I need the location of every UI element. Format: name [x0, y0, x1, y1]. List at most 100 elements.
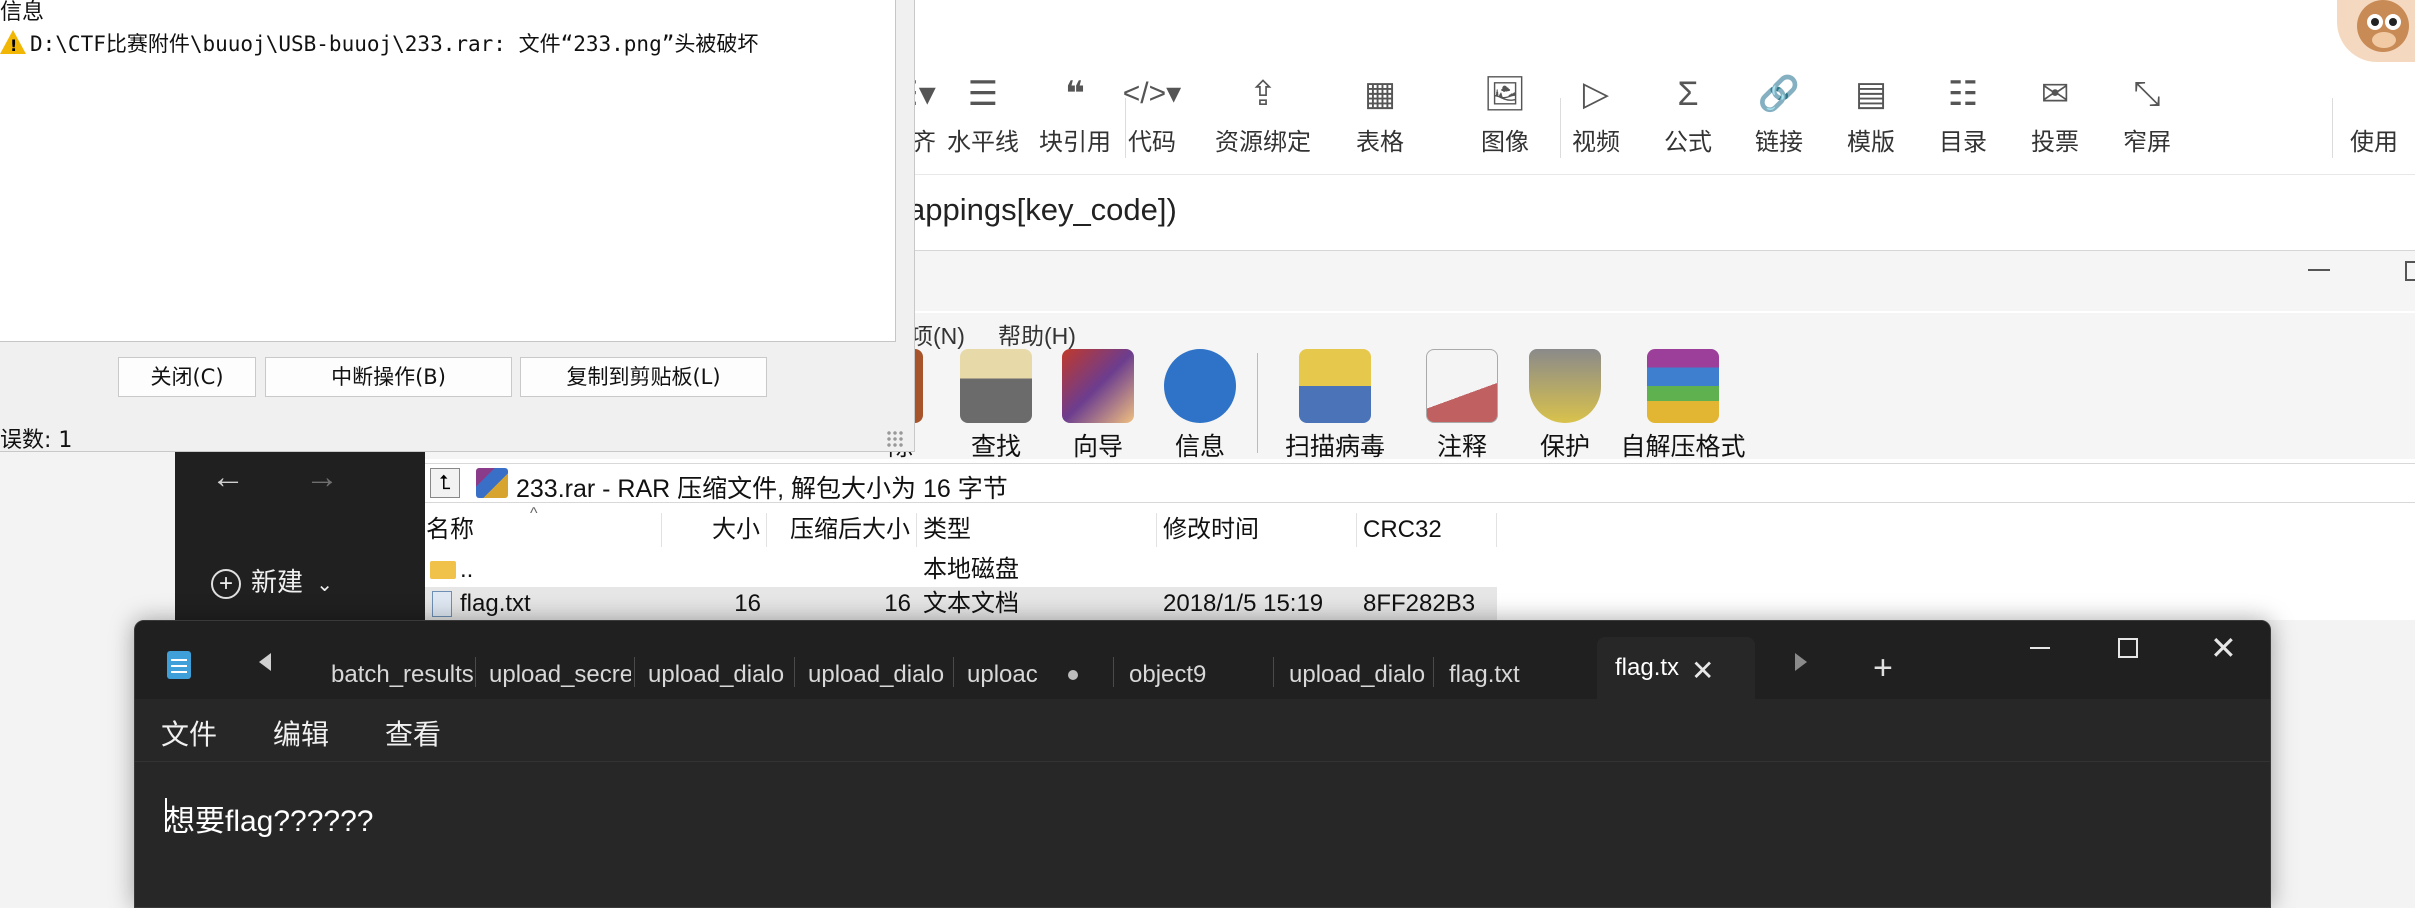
- find-button[interactable]: 查找: [946, 349, 1046, 463]
- forward-arrow-icon[interactable]: →: [305, 458, 339, 497]
- text-file-icon: [432, 591, 452, 617]
- maximize-icon[interactable]: [2118, 638, 2138, 658]
- sort-up-icon: ^: [530, 505, 538, 522]
- col-crc[interactable]: CRC32: [1357, 513, 1497, 547]
- notepad-app-icon: [167, 651, 191, 679]
- table-row[interactable]: flag.txt 16 16 文本文档 2018/1/5 15:19 8FF28…: [420, 587, 1497, 621]
- new-button[interactable]: + 新建 ⌄: [211, 562, 333, 600]
- markdown-editor-window: ☰▾ 对齐 ☰ 水平线 ❝ 块引用 </>▾ 代码 ⇪ 资源绑定 ▦ 表格 🖼 …: [880, 0, 2415, 260]
- scroll-tabs-left-icon[interactable]: [259, 653, 271, 671]
- error-message[interactable]: D:\CTF比赛附件\buuoj\USB-buuoj\233.rar: 文件“2…: [0, 28, 758, 58]
- tab-upload-dialo-3[interactable]: upload_dialo: [1281, 657, 1431, 693]
- minimize-icon[interactable]: [2308, 269, 2330, 271]
- toc-icon: ☷: [1947, 75, 1979, 113]
- menu-item-file[interactable]: 文件: [161, 713, 217, 753]
- notepad-menubar: 文件 编辑 查看: [135, 699, 2270, 821]
- col-name[interactable]: 名称: [420, 513, 662, 547]
- column-header-info: 信息: [0, 0, 45, 25]
- back-arrow-icon[interactable]: ←: [211, 458, 245, 497]
- minimize-icon[interactable]: [2030, 647, 2050, 649]
- video-icon: ▷: [1582, 75, 1610, 113]
- wizard-button[interactable]: 向导: [1048, 349, 1148, 463]
- message-list: 信息 D:\CTF比赛附件\buuoj\USB-buuoj\233.rar: 文…: [0, 0, 896, 342]
- resource-bind-button[interactable]: ⇪ 资源绑定: [1198, 70, 1328, 157]
- tab-upload-dialo-1[interactable]: upload_dialo: [640, 657, 790, 693]
- tab-separator: [1113, 657, 1114, 687]
- col-packed[interactable]: 压缩后大小: [767, 513, 917, 547]
- formula-button[interactable]: Σ 公式: [1638, 70, 1738, 157]
- warning-icon: [0, 30, 26, 55]
- code-button[interactable]: </>▾ 代码: [1102, 70, 1202, 157]
- up-folder-button[interactable]: ⮤: [430, 468, 460, 498]
- col-modified[interactable]: 修改时间: [1157, 513, 1357, 547]
- binoculars-icon: [960, 349, 1032, 423]
- toc-button[interactable]: ☷ 目录: [1913, 70, 2013, 157]
- narrow-screen-button[interactable]: ⤡ 窄屏: [2097, 70, 2197, 157]
- new-tab-plus-icon[interactable]: +: [1873, 651, 1893, 685]
- abort-button[interactable]: 中断操作(B): [265, 357, 512, 397]
- scroll-tabs-right-icon[interactable]: [1795, 653, 1807, 671]
- close-tab-icon[interactable]: ✕: [1691, 657, 1714, 685]
- tab-upload-dialo-2[interactable]: upload_dialo: [800, 657, 950, 693]
- copy-to-clipboard-button[interactable]: 复制到剪贴板(L): [520, 357, 767, 397]
- file-explorer-window: ← → + 新建 ⌄: [175, 450, 425, 640]
- notepad-window: batch_results upload_secre upload_dialo …: [134, 620, 2271, 908]
- menu-item-view[interactable]: 查看: [385, 713, 441, 753]
- vote-button[interactable]: ✉ 投票: [2005, 70, 2105, 157]
- table-button[interactable]: ▦ 表格: [1330, 70, 1430, 157]
- use-button[interactable]: 使用: [2350, 70, 2415, 157]
- tab-separator: [475, 657, 476, 687]
- tab-object9[interactable]: object9: [1121, 657, 1271, 693]
- editor-divider: [880, 174, 2415, 175]
- image-icon: 🖼: [1483, 75, 1527, 113]
- template-button[interactable]: ▤ 模版: [1821, 70, 1921, 157]
- tab-separator: [794, 657, 795, 687]
- protect-button[interactable]: 保护: [1515, 349, 1615, 463]
- tab-uploac[interactable]: uploac: [959, 657, 1039, 693]
- tab-separator: [1273, 657, 1274, 687]
- resize-grip-icon[interactable]: [886, 430, 904, 448]
- tab-separator: [953, 657, 954, 687]
- editor-code-line[interactable]: appings[key_code]): [908, 192, 1177, 228]
- tab-flag-tx-active[interactable]: flag.tx: [1597, 637, 1755, 699]
- tab-upload-secre[interactable]: upload_secre: [481, 657, 631, 693]
- close-window-icon[interactable]: ✕: [2210, 629, 2237, 667]
- image-button[interactable]: 🖼 图像: [1455, 70, 1555, 157]
- col-type[interactable]: 类型: [917, 513, 1157, 547]
- link-icon: 🔗: [1757, 75, 1801, 113]
- info-button[interactable]: 信息: [1150, 349, 1250, 463]
- info-icon: [1164, 349, 1236, 423]
- shield-icon: [1529, 349, 1601, 423]
- toolbar-separator: [2332, 98, 2333, 158]
- video-button[interactable]: ▷ 视频: [1546, 70, 1646, 157]
- arrow-up-icon: ⮤: [439, 472, 451, 494]
- narrow-screen-icon: ⤡: [2133, 75, 2161, 113]
- scan-virus-button[interactable]: 扫描病毒: [1265, 349, 1405, 463]
- sfx-archive-icon: [1647, 349, 1719, 423]
- table-row[interactable]: .. 本地磁盘: [420, 553, 1497, 587]
- code-icon: </>▾: [1122, 77, 1182, 110]
- text-editor-area[interactable]: 想要flag??????: [135, 761, 2270, 907]
- folder-icon: [430, 561, 456, 579]
- tab-flag-txt[interactable]: flag.txt: [1441, 657, 1581, 693]
- close-button[interactable]: 关闭(C): [118, 357, 256, 397]
- maximize-icon[interactable]: [2405, 261, 2415, 281]
- menu-item-help[interactable]: 帮助(H): [998, 317, 1076, 351]
- error-count: 误数: 1: [0, 428, 73, 453]
- col-size[interactable]: 大小: [662, 513, 767, 547]
- menu-item-options[interactable]: 项(N): [910, 317, 965, 351]
- sfx-button[interactable]: 自解压格式: [1618, 349, 1748, 463]
- resource-upload-icon: ⇪: [1248, 75, 1278, 113]
- horizontal-line-button[interactable]: ☰ 水平线: [933, 70, 1033, 157]
- tab-batch-results[interactable]: batch_results: [323, 657, 473, 693]
- plus-circle-icon: +: [211, 569, 241, 600]
- comment-button[interactable]: 注释: [1412, 349, 1512, 463]
- tab-separator: [1433, 657, 1434, 687]
- virus-scan-icon: [1299, 349, 1371, 423]
- archive-path-bar: ⮤ 233.rar - RAR 压缩文件, 解包大小为 16 字节: [420, 463, 2415, 503]
- use-icon: [2350, 70, 2415, 118]
- menu-item-edit[interactable]: 编辑: [273, 713, 329, 753]
- link-button[interactable]: 🔗 链接: [1729, 70, 1829, 157]
- avatar[interactable]: [2337, 0, 2415, 62]
- wizard-icon: [1062, 349, 1134, 423]
